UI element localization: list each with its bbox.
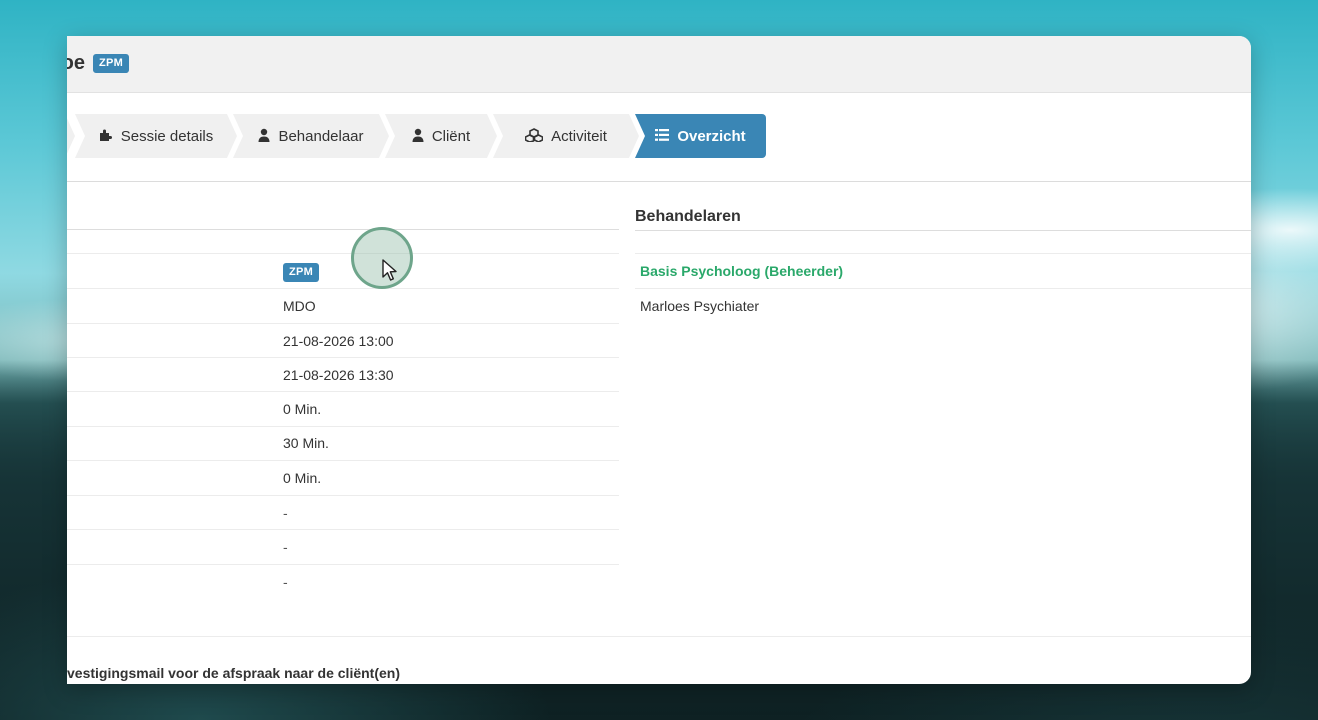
row-divider — [67, 460, 619, 461]
row-divider — [67, 391, 619, 392]
detail-value: 21-08-2026 13:00 — [283, 333, 394, 349]
behandelaren-title: Behandelaren — [635, 208, 741, 225]
behandelaren-header-rule — [635, 230, 1251, 231]
wizard-step-sessie-details[interactable]: Sessie details — [75, 114, 237, 158]
row-divider — [67, 564, 619, 565]
wizard-step-label: Sessie details — [120, 127, 214, 145]
wizard-step-label: Activiteit — [551, 127, 607, 145]
wizard-step-overzicht[interactable]: Overzicht — [635, 114, 766, 158]
row-divider — [67, 288, 619, 289]
modal-title: toe ZPM — [67, 52, 130, 76]
section-divider — [67, 181, 1251, 182]
behandelaar-lead: Basis Psycholoog (Beheerder) — [640, 263, 844, 279]
row-divider — [67, 495, 619, 496]
puzzle-icon — [99, 128, 113, 145]
user-icon — [258, 128, 270, 145]
row-divider — [67, 357, 619, 358]
modal-title-text: toe — [67, 52, 85, 74]
title-badge: ZPM — [93, 54, 130, 73]
wizard-step-activiteit[interactable]: Activiteit — [493, 114, 639, 158]
wizard-step-previous[interactable] — [67, 114, 75, 158]
wizard-step-behandelaar[interactable]: Behandelaar — [233, 114, 389, 158]
wizard-step-client[interactable]: Cliënt — [385, 114, 497, 158]
modal-header: toe ZPM — [67, 36, 1251, 93]
wizard-step-label: Cliënt — [431, 127, 471, 145]
wizard-steps: Sessie details Behandelaar Cliënt Activi… — [67, 114, 1251, 160]
row-divider — [635, 288, 1251, 289]
cursor-highlight — [351, 227, 413, 289]
wizard-step-label: Overzicht — [677, 127, 746, 145]
cursor-arrow-icon — [382, 259, 397, 281]
confirmation-mail-label: vestigingsmail voor de afspraak naar de … — [67, 665, 400, 681]
detail-value: 0 Min. — [283, 401, 322, 417]
detail-value: MDO — [283, 298, 316, 314]
row-divider — [635, 253, 1251, 254]
detail-value: - — [283, 539, 288, 555]
details-header-rule — [67, 229, 619, 230]
list-icon — [655, 128, 670, 144]
detail-value: 30 Min. — [283, 435, 329, 451]
row-divider — [67, 253, 619, 254]
detail-value: - — [283, 505, 288, 521]
wizard-step-label: Behandelaar — [278, 127, 364, 145]
row-divider — [67, 426, 619, 427]
footer-divider — [67, 636, 1251, 637]
detail-value: 21-08-2026 13:30 — [283, 367, 394, 383]
appointment-wizard-window: toe ZPM Sessie details Behandelaar Cliënt — [67, 36, 1251, 684]
detail-value: 0 Min. — [283, 470, 322, 486]
cubes-icon — [525, 128, 543, 145]
user-icon — [412, 128, 424, 145]
row-divider — [67, 323, 619, 324]
detail-value: - — [283, 574, 288, 590]
behandelaar-item: Marloes Psychiater — [640, 298, 760, 314]
row-divider — [67, 529, 619, 530]
details-badge: ZPM — [283, 263, 320, 282]
